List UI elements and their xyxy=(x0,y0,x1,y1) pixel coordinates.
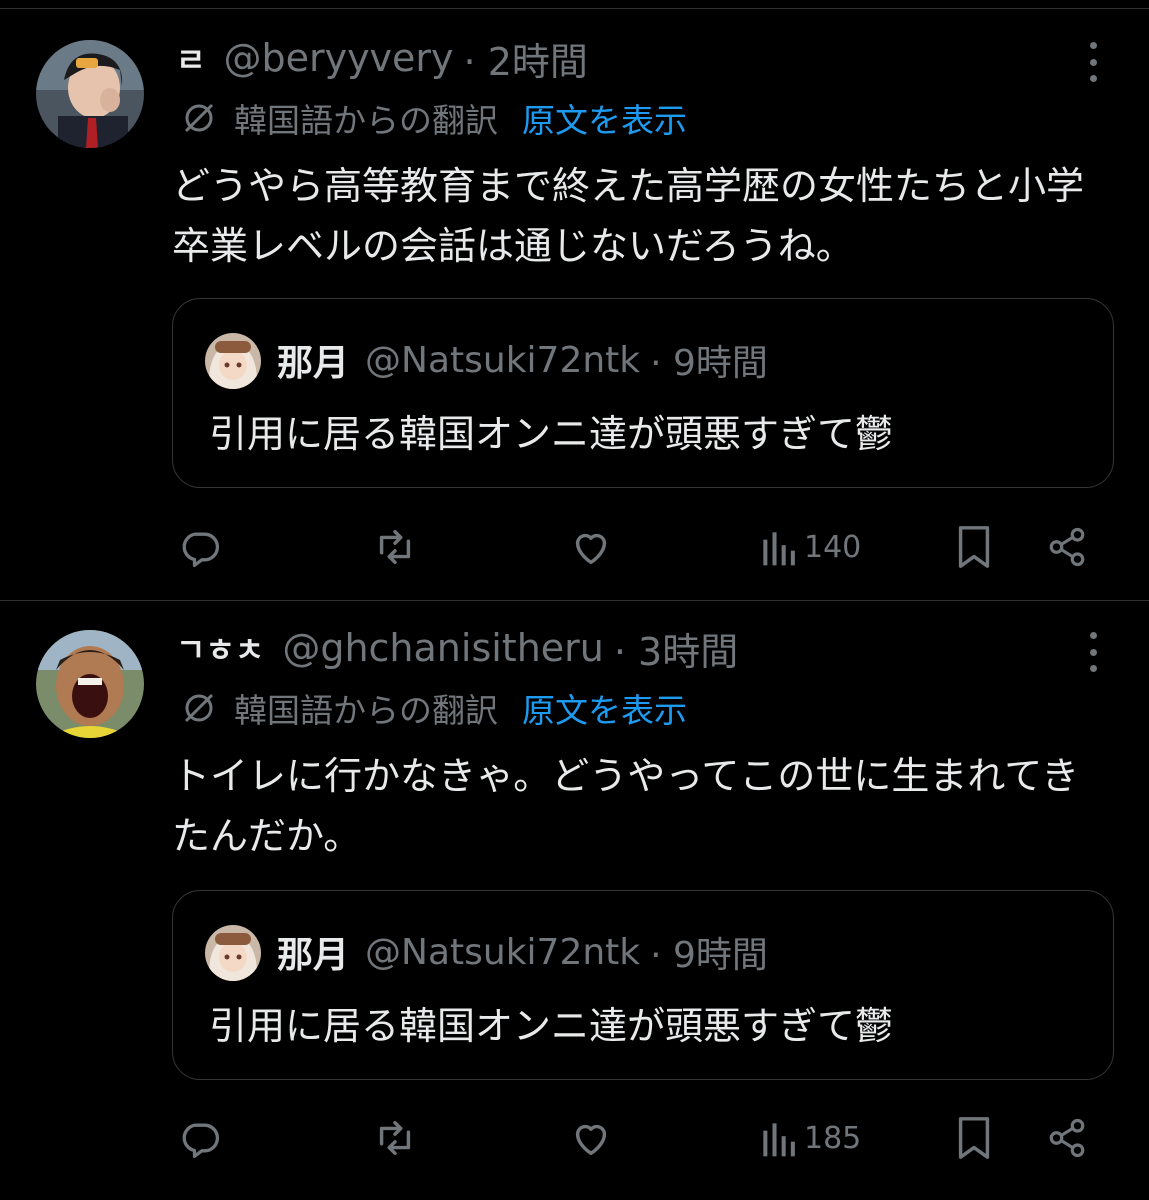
views-button[interactable]: 185 xyxy=(758,1113,861,1163)
translate-label: 韓国語からの翻訳 xyxy=(234,101,498,140)
more-icon[interactable] xyxy=(1080,42,1106,82)
quote-avatar xyxy=(205,925,261,981)
views-icon xyxy=(763,1123,795,1157)
translate-label: 韓国語からの翻訳 xyxy=(234,691,498,730)
like-button[interactable] xyxy=(568,522,614,572)
more-icon[interactable] xyxy=(1080,632,1106,672)
quote-text: 引用に居る韓国オンニ達が頭悪すぎて鬱 xyxy=(209,412,894,456)
repost-button[interactable] xyxy=(372,522,418,572)
views-count: 185 xyxy=(804,1120,862,1156)
timestamp[interactable]: · 3時間 xyxy=(614,621,738,676)
display-name[interactable]: ㄹ xyxy=(176,35,205,81)
post-header: ㄱㅎㅊ @ghchanisitheru · 3時間 xyxy=(176,621,738,676)
quote-display-name[interactable]: 那月 xyxy=(277,926,349,978)
share-button[interactable] xyxy=(1046,1113,1088,1163)
translation-bar: 韓国語からの翻訳 原文を表示 xyxy=(180,96,687,140)
quote-handle[interactable]: @Natsuki72ntk xyxy=(365,932,640,973)
bookmark-button[interactable] xyxy=(954,522,994,572)
handle[interactable]: @ghchanisitheru xyxy=(282,626,604,670)
quoted-post[interactable]: 那月 @Natsuki72ntk · 9時間 引用に居る韓国オンニ達が頭悪すぎて… xyxy=(172,890,1114,1080)
reply-button[interactable] xyxy=(178,1113,222,1163)
quote-timestamp: · 9時間 xyxy=(650,343,768,384)
timestamp[interactable]: · 2時間 xyxy=(464,31,588,86)
post-2[interactable]: ㄱㅎㅊ @ghchanisitheru · 3時間 韓国語からの翻訳 原文を表示… xyxy=(0,590,1149,1200)
quoted-post[interactable]: 那月 @Natsuki72ntk · 9時間 引用に居る韓国オンニ達が頭悪すぎて… xyxy=(172,298,1114,488)
avatar[interactable] xyxy=(36,40,144,148)
reply-button[interactable] xyxy=(178,522,222,572)
display-name[interactable]: ㄱㅎㅊ xyxy=(176,625,264,671)
bookmark-icon xyxy=(958,1117,990,1159)
repost-icon xyxy=(379,1120,411,1156)
action-bar: 140 xyxy=(0,522,1149,572)
repost-icon xyxy=(379,529,411,565)
quote-header: 那月 @Natsuki72ntk · 9時間 xyxy=(277,335,768,385)
translate-icon xyxy=(184,103,214,133)
like-icon xyxy=(575,533,607,565)
quote-text: 引用に居る韓国オンニ達が頭悪すぎて鬱 xyxy=(209,1004,894,1048)
quote-display-name[interactable]: 那月 xyxy=(277,334,349,386)
avatar[interactable] xyxy=(36,630,144,738)
reply-icon xyxy=(182,1123,220,1158)
translation-bar: 韓国語からの翻訳 原文を表示 xyxy=(180,686,687,730)
bookmark-button[interactable] xyxy=(954,1113,994,1163)
views-count: 140 xyxy=(804,529,862,565)
show-original-link[interactable]: 原文を表示 xyxy=(522,94,687,142)
reply-icon xyxy=(182,532,220,567)
views-button[interactable]: 140 xyxy=(758,522,861,572)
translate-icon xyxy=(184,693,214,723)
share-icon xyxy=(1049,527,1085,567)
show-original-link[interactable]: 原文を表示 xyxy=(522,684,687,732)
post-text: どうやら高等教育まで終えた高学歴の女性たちと小学卒業レベルの会話は通じないだろう… xyxy=(172,164,1085,268)
quote-timestamp: · 9時間 xyxy=(650,935,768,976)
quote-header: 那月 @Natsuki72ntk · 9時間 xyxy=(277,927,768,977)
like-button[interactable] xyxy=(568,1113,614,1163)
quote-handle[interactable]: @Natsuki72ntk xyxy=(365,340,640,381)
like-icon xyxy=(575,1124,607,1156)
action-bar: 185 xyxy=(0,1113,1149,1163)
post-1[interactable]: ㄹ @beryyvery · 2時間 韓国語からの翻訳 原文を表示 どうやら高等… xyxy=(0,0,1149,600)
post-header: ㄹ @beryyvery · 2時間 xyxy=(176,31,588,86)
views-icon xyxy=(763,532,795,566)
repost-button[interactable] xyxy=(372,1113,418,1163)
quote-avatar xyxy=(205,333,261,389)
bookmark-icon xyxy=(958,526,990,568)
handle[interactable]: @beryyvery xyxy=(223,36,453,80)
share-icon xyxy=(1049,1118,1085,1158)
post-text: トイレに行かなきゃ。どうやってこの世に生まれてきたんだか。 xyxy=(172,754,1080,858)
share-button[interactable] xyxy=(1046,522,1088,572)
